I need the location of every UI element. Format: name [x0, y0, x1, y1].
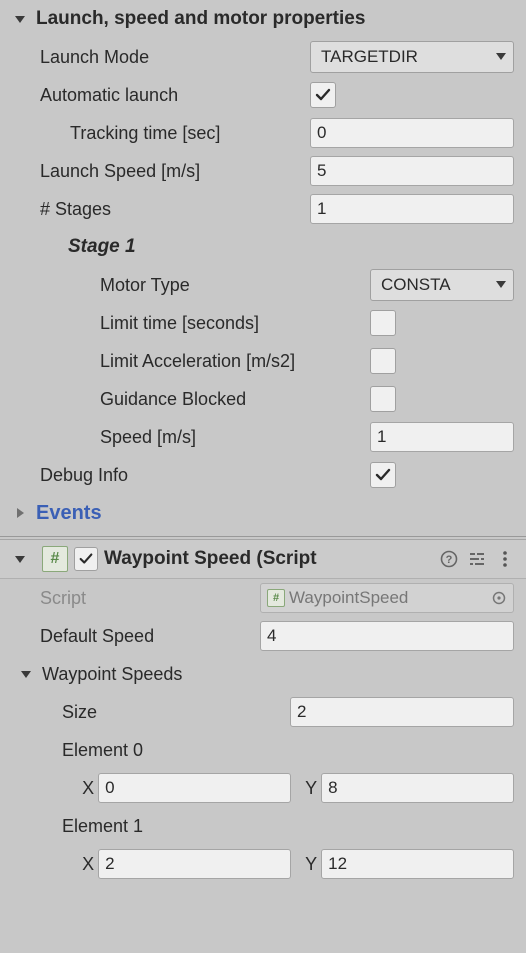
element1-xy-row: X Y — [0, 845, 526, 883]
foldout-down-icon — [10, 9, 30, 29]
element0-x-label: X — [78, 778, 98, 799]
element0-xy-row: X Y — [0, 769, 526, 807]
waypoint-speeds-label: Waypoint Speeds — [42, 664, 182, 685]
script-label: Script — [0, 588, 260, 609]
launch-speed-input[interactable] — [310, 156, 514, 186]
tracking-time-label: Tracking time [sec] — [0, 123, 310, 144]
waypoint-component-header[interactable]: # Waypoint Speed (Script ? — [0, 539, 526, 579]
stages-label: # Stages — [0, 199, 310, 220]
guidance-blocked-checkbox[interactable] — [370, 386, 396, 412]
limit-accel-row: Limit Acceleration [m/s2] — [0, 342, 526, 380]
element0-y-input[interactable] — [321, 773, 514, 803]
events-label: Events — [36, 502, 102, 525]
launch-speed-row: Launch Speed [m/s] — [0, 152, 526, 190]
debug-info-row: Debug Info — [0, 456, 526, 494]
default-speed-input[interactable] — [260, 621, 514, 651]
launch-mode-row: Launch Mode TARGETDIR — [0, 38, 526, 76]
motor-type-label: Motor Type — [0, 275, 370, 296]
stage-speed-label: Speed [m/s] — [0, 427, 370, 448]
default-speed-row: Default Speed — [0, 617, 526, 655]
element1-x-input[interactable] — [98, 849, 291, 879]
element0-y-label: Y — [301, 778, 321, 799]
tracking-time-input[interactable] — [310, 118, 514, 148]
object-picker-icon[interactable] — [489, 588, 509, 608]
size-input[interactable] — [290, 697, 514, 727]
guidance-blocked-label: Guidance Blocked — [0, 389, 370, 410]
tracking-time-row: Tracking time [sec] — [0, 114, 526, 152]
debug-info-label: Debug Info — [0, 465, 370, 486]
help-icon[interactable]: ? — [438, 548, 460, 570]
element0-header-row: Element 0 — [0, 731, 526, 769]
automatic-launch-label: Automatic launch — [0, 85, 310, 106]
launch-header-row[interactable]: Launch, speed and motor properties — [0, 0, 526, 38]
script-row: Script # WaypointSpeed — [0, 579, 526, 617]
foldout-right-icon — [10, 503, 30, 523]
chevron-down-icon — [495, 47, 507, 67]
dropdown-value: TARGETDIR — [321, 47, 418, 67]
stages-row: # Stages — [0, 190, 526, 228]
element1-label: Element 1 — [0, 816, 143, 837]
guidance-blocked-row: Guidance Blocked — [0, 380, 526, 418]
events-row[interactable]: Events — [0, 494, 526, 532]
script-value: WaypointSpeed — [289, 588, 489, 608]
stages-input[interactable] — [310, 194, 514, 224]
automatic-launch-checkbox[interactable] — [310, 82, 336, 108]
limit-time-checkbox[interactable] — [370, 310, 396, 336]
component-enabled-checkbox[interactable] — [74, 547, 98, 571]
stage1-header: Stage 1 — [0, 236, 136, 258]
stage1-header-row: Stage 1 — [0, 228, 526, 266]
debug-info-checkbox[interactable] — [370, 462, 396, 488]
dropdown-value: CONSTA — [381, 275, 451, 295]
launch-header: Launch, speed and motor properties — [36, 8, 365, 30]
limit-time-row: Limit time [seconds] — [0, 304, 526, 342]
motor-type-row: Motor Type CONSTA — [0, 266, 526, 304]
automatic-launch-row: Automatic launch — [0, 76, 526, 114]
waypoint-speeds-row[interactable]: Waypoint Speeds — [0, 655, 526, 693]
preset-icon[interactable] — [466, 548, 488, 570]
element0-label: Element 0 — [0, 740, 143, 761]
launch-mode-dropdown[interactable]: TARGETDIR — [310, 41, 514, 73]
script-object-field: # WaypointSpeed — [260, 583, 514, 613]
element1-y-label: Y — [301, 854, 321, 875]
element1-y-input[interactable] — [321, 849, 514, 879]
element1-x-label: X — [78, 854, 98, 875]
foldout-down-icon — [16, 664, 36, 684]
csharp-script-icon: # — [267, 589, 285, 607]
limit-time-label: Limit time [seconds] — [0, 313, 370, 334]
component-title: Waypoint Speed (Script — [104, 548, 432, 570]
stage-speed-input[interactable] — [370, 422, 514, 452]
default-speed-label: Default Speed — [0, 626, 260, 647]
divider — [0, 536, 526, 537]
launch-speed-label: Launch Speed [m/s] — [0, 161, 310, 182]
kebab-menu-icon[interactable] — [494, 548, 516, 570]
svg-text:?: ? — [446, 554, 453, 566]
csharp-script-icon: # — [42, 546, 68, 572]
limit-accel-checkbox[interactable] — [370, 348, 396, 374]
launch-mode-label: Launch Mode — [0, 47, 310, 68]
chevron-down-icon — [495, 275, 507, 295]
size-row: Size — [0, 693, 526, 731]
foldout-down-icon — [10, 549, 30, 569]
motor-type-dropdown[interactable]: CONSTA — [370, 269, 514, 301]
element1-header-row: Element 1 — [0, 807, 526, 845]
size-label: Size — [0, 702, 290, 723]
limit-accel-label: Limit Acceleration [m/s2] — [0, 351, 370, 372]
stage-speed-row: Speed [m/s] — [0, 418, 526, 456]
element0-x-input[interactable] — [98, 773, 291, 803]
